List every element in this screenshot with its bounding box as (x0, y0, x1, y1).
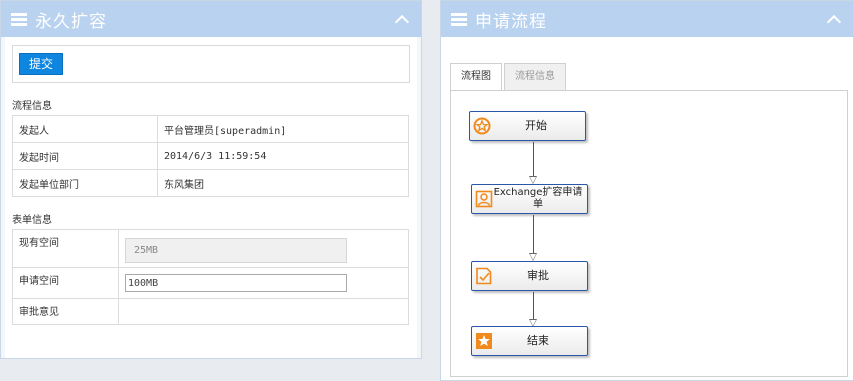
menu-icon[interactable] (11, 12, 27, 26)
process-info-heading: 流程信息 (12, 101, 52, 112)
flow-node-end[interactable]: 结束 (471, 326, 588, 356)
initiator-label: 发起人 (12, 115, 158, 143)
submit-button[interactable]: 提交 (19, 53, 64, 75)
flow-node-start[interactable]: 开始 (469, 111, 586, 141)
form-info-table: 现有空间 25MB 申请空间 审批意见 (12, 229, 409, 325)
panel-title: 永久扩容 (35, 11, 107, 32)
panel-header: 永久扩容 (1, 1, 421, 37)
request-space-input[interactable] (125, 274, 347, 292)
flow-node-approve[interactable]: 审批 (471, 261, 588, 291)
star-box-icon (475, 332, 493, 350)
arrow-down-icon (529, 176, 537, 184)
flow-connector (533, 142, 534, 180)
user-form-icon (475, 190, 493, 208)
approval-opinion-label: 审批意见 (12, 298, 119, 325)
department-label: 发起单位部门 (12, 169, 158, 197)
panel-body: 提交 流程信息 发起人 平台管理员[superadmin] 发起时间 2014/… (5, 37, 417, 358)
tab-flowchart[interactable]: 流程图 (450, 63, 502, 90)
panel-header: 申请流程 (441, 1, 853, 37)
flow-connector (533, 215, 534, 257)
flow-node-label: 结束 (527, 334, 549, 347)
flowchart-canvas: 开始 Exchange扩容申请单 审批 结束 (450, 90, 848, 377)
flow-node-label: 开始 (525, 119, 547, 132)
approval-opinion-cell[interactable] (118, 298, 409, 325)
permanent-expansion-panel: 永久扩容 提交 流程信息 发起人 平台管理员[superadmin] 发起时间 … (0, 0, 422, 359)
table-row: 发起单位部门 东风集团 (12, 169, 409, 197)
table-row: 现有空间 25MB (12, 229, 409, 268)
flow-node-exchange-form[interactable]: Exchange扩容申请单 (471, 184, 588, 214)
initiator-value: 平台管理员[superadmin] (157, 115, 409, 143)
menu-icon[interactable] (451, 12, 467, 26)
star-circle-icon (473, 117, 491, 135)
flow-node-label: 审批 (527, 269, 549, 282)
approve-document-icon (475, 267, 493, 285)
flow-tabs: 流程图 流程信息 开始 Exchange扩容申请单 审批 结束 (450, 63, 848, 377)
current-space-field: 25MB (125, 237, 347, 263)
process-info-table: 发起人 平台管理员[superadmin] 发起时间 2014/6/3 11:5… (12, 115, 409, 197)
table-row: 发起人 平台管理员[superadmin] (12, 115, 409, 143)
request-space-label: 申请空间 (12, 267, 119, 299)
tab-bar: 流程图 流程信息 (450, 63, 848, 90)
tab-flow-info[interactable]: 流程信息 (504, 63, 566, 90)
table-row: 发起时间 2014/6/3 11:59:54 (12, 142, 409, 170)
collapse-chevron-icon[interactable] (826, 14, 842, 29)
current-space-label: 现有空间 (12, 229, 119, 268)
arrow-down-icon (529, 253, 537, 261)
form-info-heading: 表单信息 (12, 215, 52, 226)
collapse-chevron-icon[interactable] (394, 14, 410, 29)
toolbar: 提交 (12, 45, 410, 83)
department-value: 东风集团 (157, 169, 409, 197)
panel-title: 申请流程 (475, 11, 547, 32)
start-time-label: 发起时间 (12, 142, 158, 170)
flow-node-label: Exchange扩容申请单 (493, 187, 583, 210)
application-flow-panel: 申请流程 流程图 流程信息 开始 Exchange扩容申请单 审批 结束 (440, 0, 854, 381)
start-time-value: 2014/6/3 11:59:54 (157, 142, 409, 170)
table-row: 申请空间 (12, 267, 409, 299)
table-row: 审批意见 (12, 298, 409, 325)
